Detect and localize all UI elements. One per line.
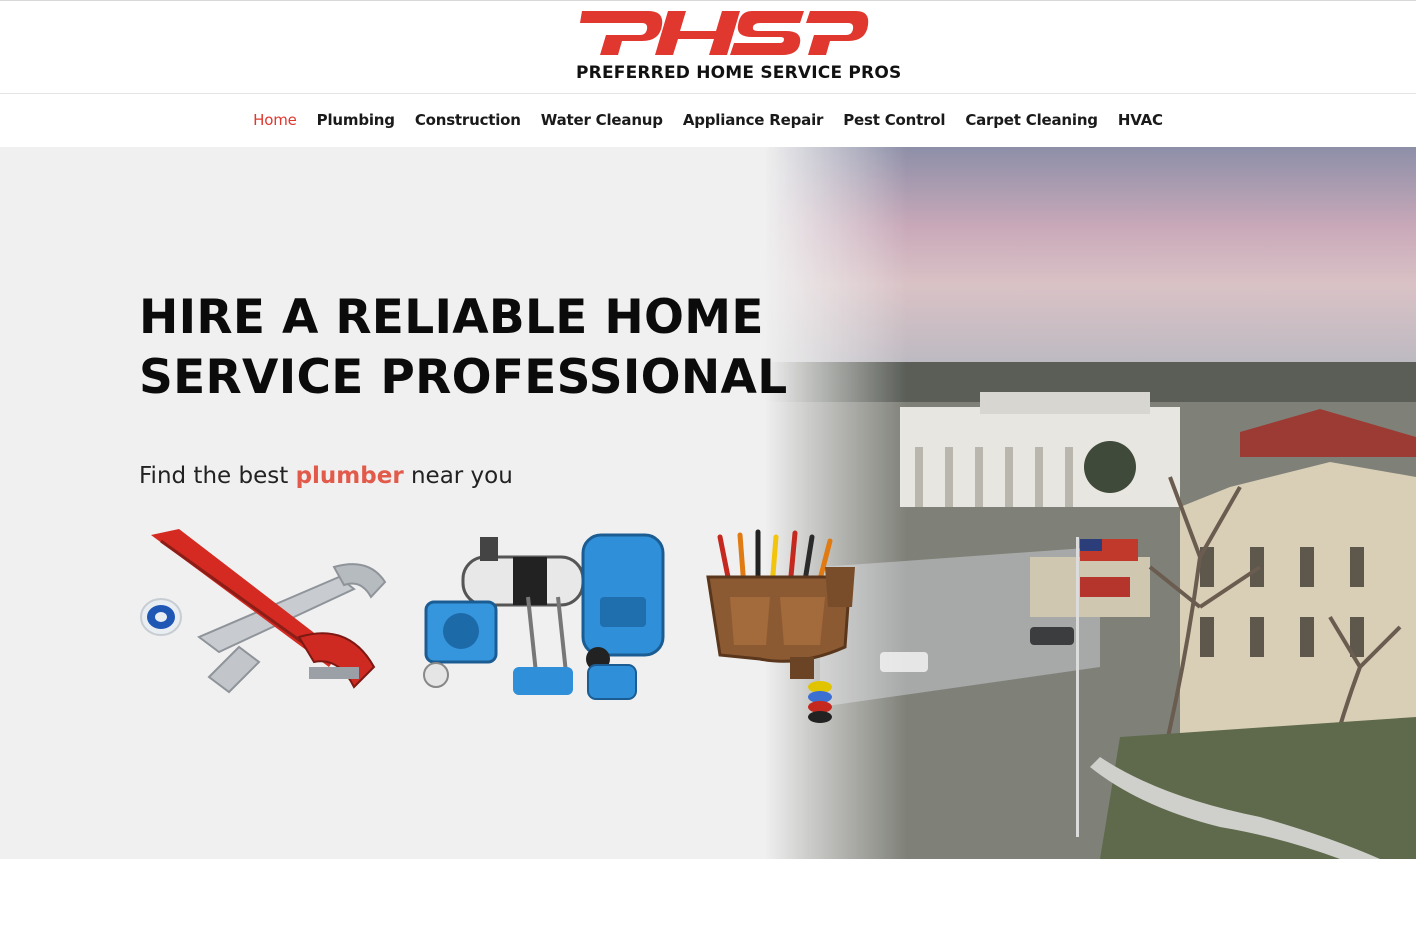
hero-subtitle-prefix: Find the best (139, 463, 296, 489)
logo-tagline: PREFERRED HOME SERVICE PROS (576, 63, 902, 83)
nav-link-construction[interactable]: Construction (415, 111, 521, 129)
logo-letters (580, 11, 869, 55)
nav-item-home: Home (243, 111, 307, 130)
nav-link-carpet-cleaning[interactable]: Carpet Cleaning (965, 111, 1098, 129)
nav-link-pest-control[interactable]: Pest Control (843, 111, 945, 129)
nav-item-hvac: HVAC (1108, 111, 1173, 130)
water-cleanup-equipment-image (423, 533, 665, 700)
nav-link-hvac[interactable]: HVAC (1118, 111, 1163, 129)
below-hero-area (0, 859, 1416, 936)
nav-item-construction: Construction (405, 111, 531, 130)
tool-belt-image (706, 529, 855, 723)
nav-item-appliance-repair: Appliance Repair (673, 111, 833, 130)
hero-title-line2: SERVICE PROFESSIONAL (139, 350, 788, 405)
nav-item-pest-control: Pest Control (833, 111, 955, 130)
nav-item-water-cleanup: Water Cleanup (531, 111, 673, 130)
main-navigation: Home Plumbing Construction Water Cleanup… (0, 94, 1416, 147)
hero-subtitle-keyword: plumber (295, 463, 404, 489)
hero-subtitle-suffix: near you (403, 463, 513, 489)
hero-cityscape-image (0, 147, 1416, 859)
nav-link-appliance-repair[interactable]: Appliance Repair (683, 111, 824, 129)
nav-list: Home Plumbing Construction Water Cleanup… (0, 94, 1416, 147)
nav-item-carpet-cleaning: Carpet Cleaning (955, 111, 1108, 130)
site-header: PREFERRED HOME SERVICE PROS (0, 1, 1416, 93)
plumbing-tools-image (140, 529, 387, 694)
nav-item-plumbing: Plumbing (307, 111, 405, 130)
hero-section: HIRE A RELIABLE HOME SERVICE PROFESSIONA… (0, 147, 1416, 859)
nav-link-plumbing[interactable]: Plumbing (317, 111, 395, 129)
nav-link-water-cleanup[interactable]: Water Cleanup (541, 111, 663, 129)
hero-subtitle: Find the best plumber near you (139, 463, 513, 489)
hero-title-line1: HIRE A RELIABLE HOME (139, 290, 764, 345)
hero-title: HIRE A RELIABLE HOME SERVICE PROFESSIONA… (139, 288, 839, 408)
nav-link-home[interactable]: Home (253, 111, 297, 129)
